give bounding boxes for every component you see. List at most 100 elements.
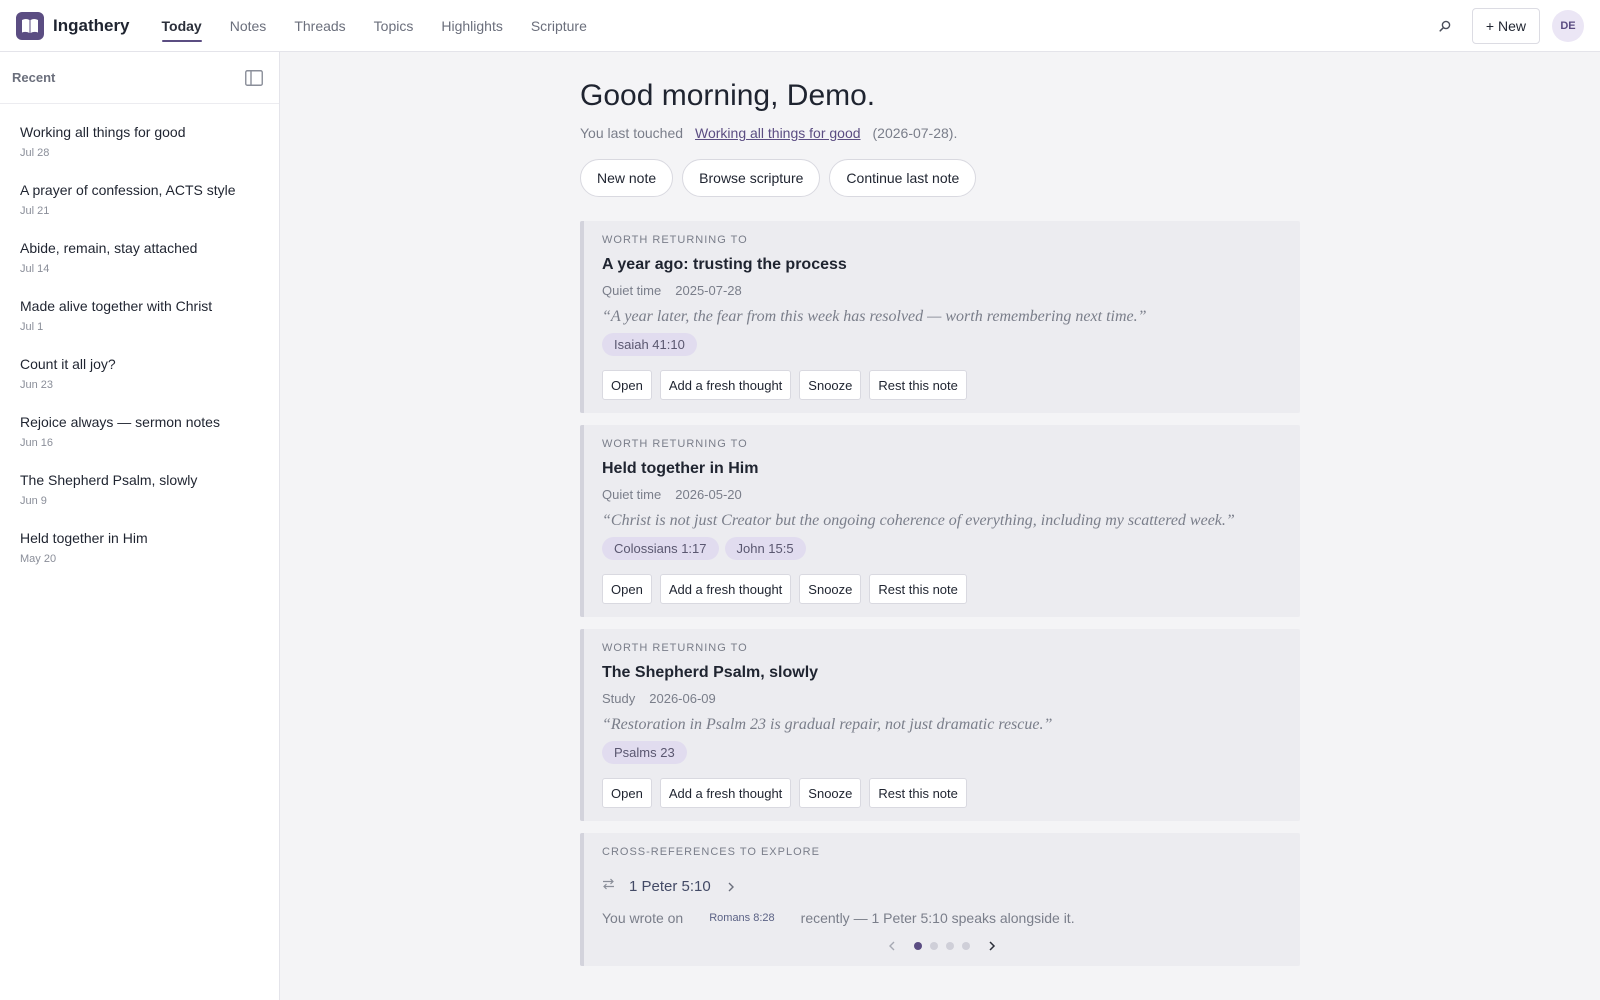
pager-dot[interactable] [946,942,954,950]
card-gap [580,821,1300,833]
chevron-right-icon[interactable] [727,880,735,898]
add-thought-button[interactable]: Add a fresh thought [659,574,792,604]
browse-scripture-button[interactable]: Browse scripture [682,159,821,197]
pager-dot[interactable] [930,942,938,950]
returning-card: WORTH RETURNING TO A year ago: trusting … [580,221,1300,413]
nav-tab-notes[interactable]: Notes [230,0,267,52]
recent-item[interactable]: Count it all joy? Jun 23 [0,346,279,404]
card-type: Quiet time [602,283,662,298]
open-button[interactable]: Open [602,778,652,808]
snooze-button[interactable]: Snooze [799,778,862,808]
snooze-button[interactable]: Snooze [799,574,862,604]
rest-note-button[interactable]: Rest this note [869,778,967,808]
avatar[interactable]: DE [1552,10,1584,42]
add-thought-button[interactable]: Add a fresh thought [659,778,792,808]
recent-item[interactable]: Working all things for good Jul 28 [0,114,279,172]
nav-tab-scripture[interactable]: Scripture [531,0,587,52]
sidebar-toggle-icon[interactable] [243,67,265,89]
recent-item-date: May 20 [20,553,57,565]
open-button[interactable]: Open [602,574,652,604]
scripture-tag[interactable]: Psalms 23 [602,741,687,764]
card-type: Study [602,691,636,706]
card-actions: Open Add a fresh thought Snooze Rest thi… [602,370,1282,413]
card-actions: Open Add a fresh thought Snooze Rest thi… [602,778,1282,821]
card-date: 2026-06-09 [649,691,716,706]
recent-item-date: Jul 21 [20,205,50,217]
snooze-button[interactable]: Snooze [799,370,862,400]
recent-list: Working all things for good Jul 28 A pra… [0,104,279,578]
card-title[interactable]: The Shepherd Psalm, slowly [602,664,1282,682]
last-touched: You last touched Working all things for … [580,125,1300,141]
nav-tab-today[interactable]: Today [161,0,202,52]
xref-row: 1 Peter 5:10 [602,874,1282,898]
recent-item-title: Made alive together with Christ [20,298,213,314]
recent-item[interactable]: Made alive together with Christ Jul 1 [0,288,279,346]
pager-dot[interactable] [914,942,922,950]
sidebar-title: Recent [12,70,56,85]
search-icon[interactable] [1432,13,1458,39]
swap-arrows-icon [602,877,615,895]
sidebar-header: Recent [0,52,279,104]
card-tags: Psalms 23 [602,741,1282,764]
open-button[interactable]: Open [602,370,652,400]
continue-last-note-button[interactable]: Continue last note [829,159,977,197]
recent-item-date: Jul 28 [20,147,50,159]
main-nav: Today Notes Threads Topics Highlights Sc… [161,0,615,52]
recent-item-title: Held together in Him [20,530,148,546]
card-type: Quiet time [602,487,662,502]
top-bar: Ingathery Today Notes Threads Topics Hig… [0,0,1600,52]
recent-item-title: Abide, remain, stay attached [20,240,198,256]
rest-note-button[interactable]: Rest this note [869,574,967,604]
recent-item[interactable]: Rejoice always — sermon notes Jun 16 [0,404,279,462]
recent-item[interactable]: A prayer of confession, ACTS style Jul 2… [0,172,279,230]
nav-tab-topics[interactable]: Topics [374,0,414,52]
scripture-tag[interactable]: Colossians 1:17 [602,537,719,560]
last-touched-prefix: You last touched [580,125,684,141]
card-tags: Isaiah 41:10 [602,333,1282,356]
recent-item[interactable]: The Shepherd Psalm, slowly Jun 9 [0,462,279,520]
recent-item-date: Jun 16 [20,437,54,449]
scripture-tag[interactable]: Isaiah 41:10 [602,333,697,356]
xref-text-suffix: recently — 1 Peter 5:10 speaks alongside… [800,910,1075,926]
new-note-button[interactable]: New note [580,159,674,197]
scripture-tag[interactable]: John 15:5 [724,537,806,560]
recent-item[interactable]: Held together in Him May 20 [0,520,279,578]
card-meta: Quiet time 2026-05-20 [602,487,1282,502]
recent-item-date: Jun 23 [20,379,54,391]
recent-item-date: Jun 9 [20,495,47,507]
card-gap [580,617,1300,629]
header-actions: + New DE [1432,0,1584,52]
recent-item[interactable]: Abide, remain, stay attached Jul 14 [0,230,279,288]
rest-note-button[interactable]: Rest this note [869,370,967,400]
xref-inline-reference[interactable]: Romans 8:28 [709,912,774,924]
card-tags: Colossians 1:17 John 15:5 [602,537,1282,560]
recent-item-title: Rejoice always — sermon notes [20,414,220,430]
chevron-right-icon[interactable] [988,940,996,952]
nav-tab-threads[interactable]: Threads [294,0,345,52]
card-kicker: CROSS-REFERENCES TO EXPLORE [602,846,820,858]
card-gap [580,413,1300,425]
chevron-left-icon[interactable] [888,940,896,952]
xref-reference-link[interactable]: 1 Peter 5:10 [629,878,711,895]
card-title[interactable]: Held together in Him [602,460,1282,478]
returning-card: WORTH RETURNING TO The Shepherd Psalm, s… [580,629,1300,821]
brand[interactable]: Ingathery [16,11,130,40]
new-button[interactable]: + New [1471,8,1540,44]
card-actions: Open Add a fresh thought Snooze Rest thi… [602,574,1282,617]
card-title[interactable]: A year ago: trusting the process [602,256,1282,274]
card-quote: “A year later, the fear from this week h… [602,308,1147,325]
card-kicker: WORTH RETURNING TO [602,234,748,246]
card-kicker: WORTH RETURNING TO [602,438,748,450]
recent-item-title: The Shepherd Psalm, slowly [20,472,198,488]
card-meta: Quiet time 2025-07-28 [602,283,1282,298]
recent-item-date: Jul 1 [20,321,44,333]
main-content: Good morning, Demo. You last touched Wor… [280,52,1600,1000]
returning-card: WORTH RETURNING TO Held together in Him … [580,425,1300,617]
book-icon [16,11,44,40]
last-touched-link[interactable]: Working all things for good [695,125,861,141]
nav-tab-highlights[interactable]: Highlights [441,0,502,52]
recent-item-date: Jul 14 [20,263,50,275]
pager-dot[interactable] [962,942,970,950]
add-thought-button[interactable]: Add a fresh thought [659,370,792,400]
card-quote: “Christ is not just Creator but the ongo… [602,512,1235,529]
